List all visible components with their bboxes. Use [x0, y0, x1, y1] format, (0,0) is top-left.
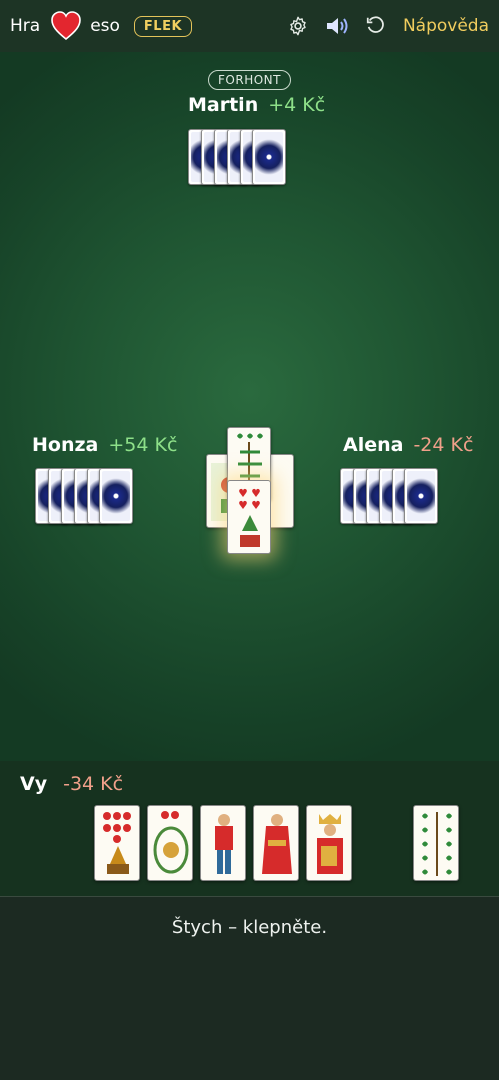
- player-left-label: Honza +54 Kč: [32, 434, 177, 456]
- player-left-name: Honza: [32, 434, 99, 456]
- player-left-score: +54 Kč: [108, 434, 178, 456]
- my-score: -34 Kč: [63, 773, 124, 795]
- my-label: Vy -34 Kč: [20, 773, 123, 795]
- card-back: [404, 468, 438, 524]
- gear-icon[interactable]: [285, 13, 311, 39]
- player-right-label: Alena -24 Kč: [343, 434, 473, 456]
- hand-card-4[interactable]: [253, 805, 299, 881]
- player-top-label: Martin +4 Kč: [188, 94, 325, 116]
- trick-card-bottom: [227, 480, 271, 554]
- game-title-right: eso: [90, 16, 120, 36]
- undo-icon[interactable]: [363, 13, 389, 39]
- hand-card-5[interactable]: [306, 805, 352, 881]
- top-bar: Hra eso FLEK Nápověda: [0, 0, 499, 52]
- player-right-score: -24 Kč: [413, 434, 474, 456]
- card-back: [99, 468, 133, 524]
- game-title: Hra eso: [10, 10, 120, 42]
- heart-icon: [51, 11, 82, 41]
- game-title-left: Hra: [10, 16, 41, 36]
- player-right-name: Alena: [343, 434, 404, 456]
- game-table: FORHONT Martin +4 Kč Honza +54 Kč Alena -24…: [0, 52, 499, 761]
- speaker-icon[interactable]: [324, 13, 350, 39]
- my-name: Vy: [20, 773, 48, 795]
- status-message: Štych – klepněte.: [171, 917, 328, 938]
- flek-button[interactable]: FLEK: [133, 15, 193, 37]
- forhont-badge: FORHONT: [208, 70, 291, 90]
- status-panel: Štych – klepněte.: [0, 896, 499, 1080]
- player-top-score: +4 Kč: [268, 94, 326, 116]
- hand-card-1[interactable]: [94, 805, 140, 881]
- help-link[interactable]: Nápověda: [403, 16, 489, 36]
- hand-card-2[interactable]: [147, 805, 193, 881]
- my-hand-area: Vy -34 Kč: [0, 761, 499, 896]
- hand-card-3[interactable]: [200, 805, 246, 881]
- card-back: [252, 129, 286, 185]
- hand-card-6[interactable]: [413, 805, 459, 881]
- player-top-name: Martin: [188, 94, 259, 116]
